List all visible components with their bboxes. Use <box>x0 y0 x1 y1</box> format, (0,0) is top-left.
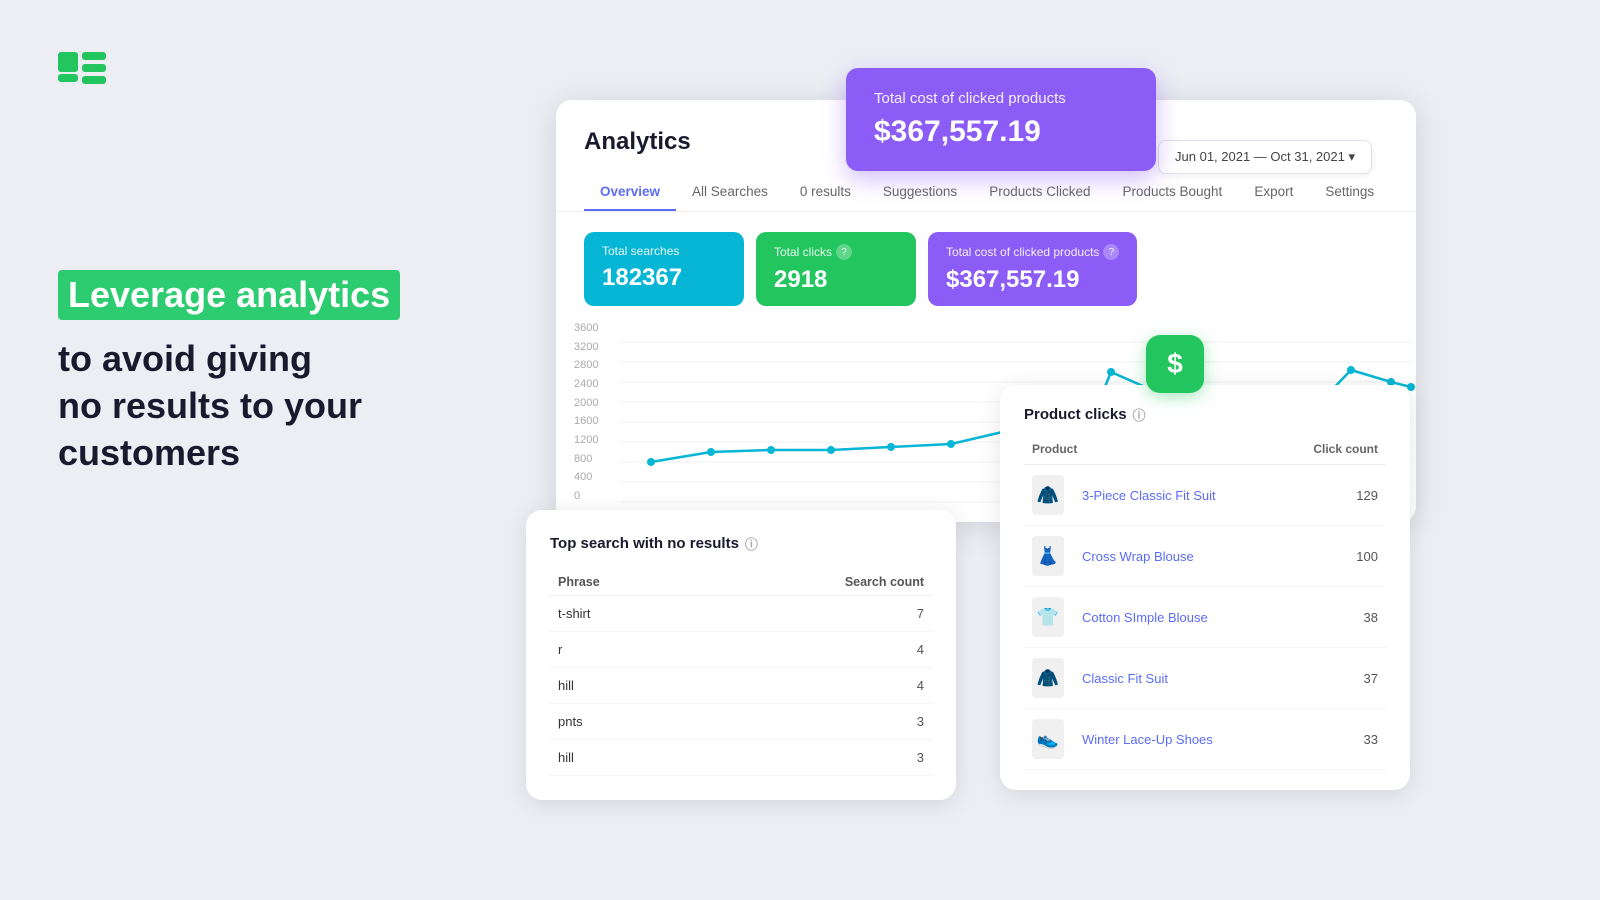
date-range-label: Jun 01, 2021 — Oct 31, 2021 ▾ <box>1175 149 1355 165</box>
table-row: hill 4 <box>550 668 932 704</box>
no-results-table: Phrase Search count t-shirt 7 r 4 hill 4… <box>550 569 932 776</box>
tab-products-clicked[interactable]: Products Clicked <box>973 174 1106 211</box>
product-cell: 👕 Cotton SImple Blouse <box>1024 587 1282 648</box>
stat-card-clicks: Total clicks ? 2918 <box>756 232 916 306</box>
click-count-cell: 37 <box>1282 648 1386 709</box>
count-col-header: Search count <box>694 569 932 596</box>
tab-settings[interactable]: Settings <box>1309 174 1390 211</box>
tab-all-searches[interactable]: All Searches <box>676 174 784 211</box>
searches-value: 182367 <box>602 264 726 292</box>
table-row: r 4 <box>550 632 932 668</box>
tab-0-results[interactable]: 0 results <box>784 174 867 211</box>
products-table: Product Click count 🧥 3-Piece Classic Fi… <box>1024 438 1386 770</box>
table-row: 👟 Winter Lace-Up Shoes 33 <box>1024 709 1386 770</box>
no-results-card: Top search with no results ⓘ Phrase Sear… <box>526 510 956 800</box>
cost-card-floating: Total cost of clicked products $367,557.… <box>846 68 1156 171</box>
product-name-link[interactable]: Classic Fit Suit <box>1082 671 1168 686</box>
count-cell: 7 <box>694 596 932 632</box>
chart-y-axis: 3600 3200 2800 2400 2000 1600 1200 800 4… <box>574 322 598 502</box>
count-cell: 3 <box>694 704 932 740</box>
searches-label: Total searches <box>602 244 726 258</box>
phrase-cell: t-shirt <box>550 596 694 632</box>
hero-text-block: Leverage analytics to avoid giving no re… <box>58 270 538 476</box>
click-count-cell: 100 <box>1282 526 1386 587</box>
hero-subtitle: to avoid giving no results to your custo… <box>58 336 538 476</box>
cost-tooltip-icon: ? <box>1103 244 1119 260</box>
clicks-tooltip-icon: ? <box>836 244 852 260</box>
count-cell: 4 <box>694 668 932 704</box>
click-count-col-header: Click count <box>1282 438 1386 465</box>
clicks-value: 2918 <box>774 266 898 294</box>
table-row: hill 3 <box>550 740 932 776</box>
table-row: 👗 Cross Wrap Blouse 100 <box>1024 526 1386 587</box>
product-thumbnail: 🧥 <box>1032 475 1064 515</box>
phrase-cell: pnts <box>550 704 694 740</box>
click-count-cell: 33 <box>1282 709 1386 770</box>
cost-card-label: Total cost of clicked products <box>874 90 1128 107</box>
product-thumbnail: 👟 <box>1032 719 1064 759</box>
product-col-header: Product <box>1024 438 1282 465</box>
product-name-link[interactable]: Cotton SImple Blouse <box>1082 610 1208 625</box>
cost-label: Total cost of clicked products ? <box>946 244 1119 260</box>
tab-suggestions[interactable]: Suggestions <box>867 174 973 211</box>
product-clicks-title: Product clicks ⓘ <box>1024 405 1386 424</box>
tab-overview[interactable]: Overview <box>584 174 676 211</box>
no-results-info-icon: ⓘ <box>745 534 758 553</box>
click-count-cell: 38 <box>1282 587 1386 648</box>
tab-products-bought[interactable]: Products Bought <box>1106 174 1238 211</box>
phrase-cell: hill <box>550 668 694 704</box>
stat-card-cost: Total cost of clicked products ? $367,55… <box>928 232 1137 306</box>
table-row: 🧥 3-Piece Classic Fit Suit 129 <box>1024 465 1386 526</box>
highlight-label: Leverage analytics <box>58 270 400 320</box>
product-clicks-info-icon: ⓘ <box>1133 405 1146 424</box>
table-row: 🧥 Classic Fit Suit 37 <box>1024 648 1386 709</box>
product-clicks-panel: Product clicks ⓘ Product Click count 🧥 3… <box>1000 385 1410 790</box>
product-thumbnail: 👕 <box>1032 597 1064 637</box>
product-name-link[interactable]: Winter Lace-Up Shoes <box>1082 732 1213 747</box>
table-row: t-shirt 7 <box>550 596 932 632</box>
click-count-cell: 129 <box>1282 465 1386 526</box>
cost-card-value: $367,557.19 <box>874 115 1128 149</box>
cost-value: $367,557.19 <box>946 266 1119 294</box>
product-cell: 🧥 Classic Fit Suit <box>1024 648 1282 709</box>
table-row: 👕 Cotton SImple Blouse 38 <box>1024 587 1386 648</box>
tab-export[interactable]: Export <box>1238 174 1309 211</box>
product-cell: 👗 Cross Wrap Blouse <box>1024 526 1282 587</box>
date-range-picker[interactable]: Jun 01, 2021 — Oct 31, 2021 ▾ <box>1158 140 1372 174</box>
product-name-link[interactable]: Cross Wrap Blouse <box>1082 549 1194 564</box>
stat-cards-row: Total searches 182367 Total clicks ? 291… <box>556 212 1416 322</box>
phrase-col-header: Phrase <box>550 569 694 596</box>
count-cell: 4 <box>694 632 932 668</box>
product-cell: 👟 Winter Lace-Up Shoes <box>1024 709 1282 770</box>
dollar-icon: $ <box>1146 335 1204 393</box>
phrase-cell: r <box>550 632 694 668</box>
product-cell: 🧥 3-Piece Classic Fit Suit <box>1024 465 1282 526</box>
clicks-label: Total clicks ? <box>774 244 898 260</box>
no-results-title: Top search with no results ⓘ <box>550 534 932 553</box>
table-row: pnts 3 <box>550 704 932 740</box>
product-thumbnail: 👗 <box>1032 536 1064 576</box>
analytics-nav: Overview All Searches 0 results Suggesti… <box>556 174 1416 212</box>
product-name-link[interactable]: 3-Piece Classic Fit Suit <box>1082 488 1216 503</box>
app-logo <box>58 52 106 97</box>
product-thumbnail: 🧥 <box>1032 658 1064 698</box>
count-cell: 3 <box>694 740 932 776</box>
phrase-cell: hill <box>550 740 694 776</box>
stat-card-searches: Total searches 182367 <box>584 232 744 306</box>
